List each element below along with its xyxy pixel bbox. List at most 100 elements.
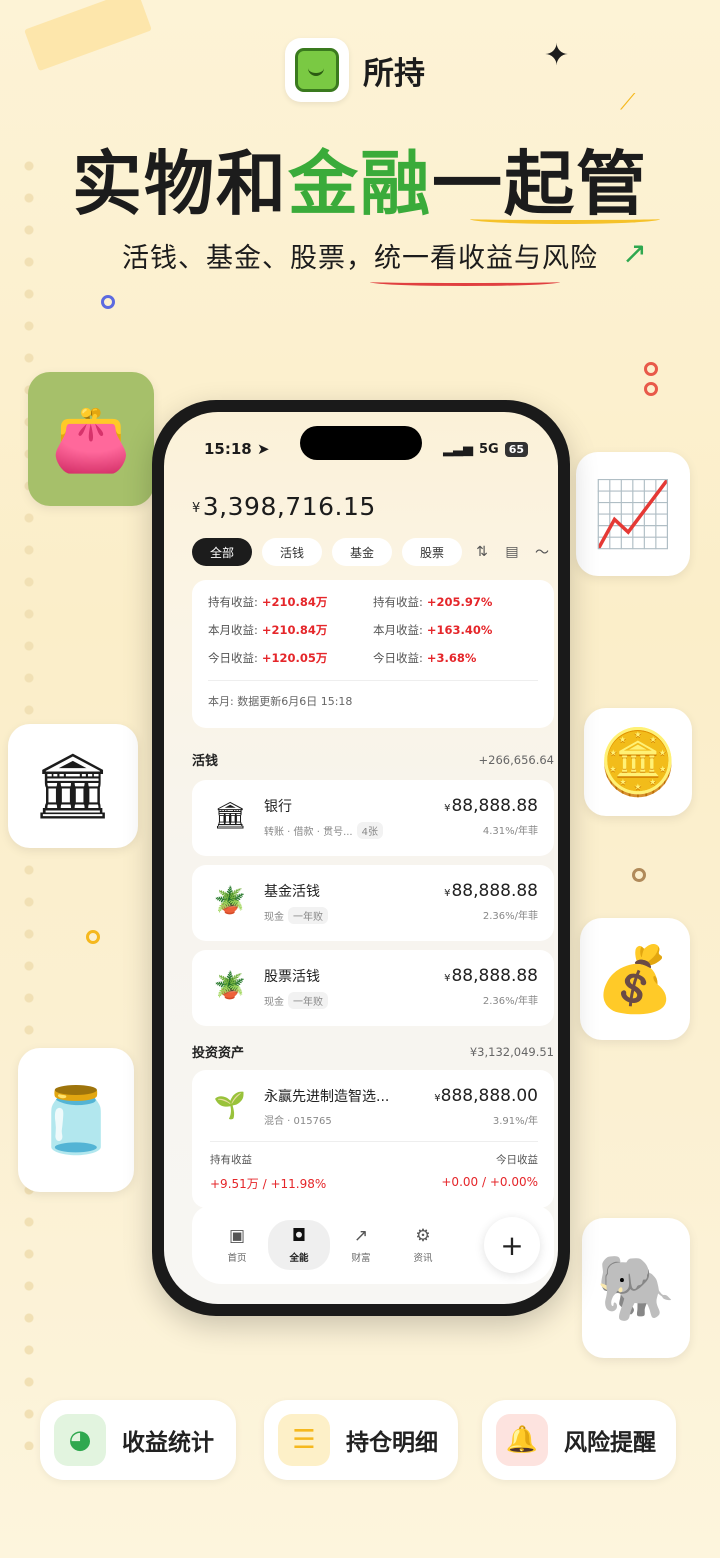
trend-chart-icon: ↗ (353, 1226, 369, 1246)
headline-part3: 一起管 (432, 143, 648, 225)
fund-name: 永赢先进制造智选... (264, 1089, 390, 1105)
elephant-magnifier-icon: 🐘 (582, 1218, 690, 1358)
today-profit-label: 今日收益: (208, 651, 258, 665)
bank-building-icon: 🏛 (8, 724, 138, 848)
fund-today-value: +0.00 / +0.00% (441, 1175, 538, 1189)
sort-icon[interactable]: ⇅ (472, 544, 492, 560)
total-assets: ¥3,398,716.15 (192, 492, 376, 521)
hold-rate-value: +205.97% (426, 595, 493, 609)
bottom-tab-bar: ▣ 首页 ◘ 全能 ↗ 财富 ⚙ 资讯 + (192, 1206, 554, 1284)
bell-icon: 🔔 (496, 1414, 548, 1466)
hold-rate-label: 持有收益: (373, 595, 423, 609)
status-time: 15:18 (204, 440, 252, 458)
sparkle-lines-icon: ⟋ (620, 90, 636, 115)
filter-all[interactable]: 全部 (192, 538, 252, 566)
account-amount: 88,888.88 (451, 966, 538, 986)
feature-profit-stats[interactable]: ◕ 收益统计 (40, 1400, 236, 1480)
tab-news-label: 资讯 (413, 1253, 433, 1264)
account-tags: 现金 (264, 912, 284, 923)
account-rate: 4.31%/年菲 (482, 826, 538, 837)
account-amount: 88,888.88 (451, 796, 538, 816)
arrow-up-icon: ↗ (622, 236, 648, 271)
circle-decoration (101, 295, 115, 309)
feature-label: 持仓明细 (346, 1430, 438, 1456)
account-name: 基金活钱 (264, 884, 320, 900)
home-icon: ▣ (228, 1226, 246, 1246)
trend-icon[interactable]: 〜 (532, 542, 552, 562)
feature-label: 风险提醒 (564, 1430, 656, 1456)
location-arrow-icon: ➤ (256, 440, 270, 458)
circle-decoration (644, 362, 658, 376)
cash-section-title: 活钱 (192, 754, 219, 769)
tab-all[interactable]: ◘ 全能 (268, 1220, 330, 1270)
filter-stock[interactable]: 股票 (402, 538, 462, 566)
fund-hold-label: 持有收益 (210, 1154, 252, 1166)
headline-underline (470, 214, 660, 224)
month-profit-label: 本月收益: (208, 623, 258, 637)
money-bag-icon: 💰 (580, 918, 690, 1040)
feature-label: 收益统计 (122, 1430, 214, 1456)
profit-summary-card: 持有收益: +210.84万 持有收益: +205.97% 本月收益: +210.84… (192, 580, 554, 728)
pie-chart-icon: ◕ (54, 1414, 106, 1466)
investment-card[interactable]: 🌱 永赢先进制造智选... 混合 · 015765 ¥888,888.00 3.… (192, 1070, 554, 1208)
gear-icon: ⚙ (415, 1226, 431, 1246)
total-amount: 3,398,716.15 (202, 492, 376, 521)
document-icon[interactable]: ▤ (502, 544, 522, 560)
signal-icon: ▂▃▅ (442, 441, 473, 457)
app-logo-icon (285, 38, 349, 102)
coin-jar-icon: 🫙 (18, 1048, 134, 1192)
add-button[interactable]: + (484, 1217, 540, 1273)
filter-fund[interactable]: 基金 (332, 538, 392, 566)
subheadline: 活钱、基金、股票，统一看收益与风险 (122, 243, 598, 274)
wallet-icon: 👛 (28, 372, 154, 506)
account-tags: 现金 (264, 997, 284, 1008)
tab-home-label: 首页 (227, 1253, 247, 1264)
account-card-stock-cash[interactable]: 🪴 股票活钱 现金 一年败 ¥88,888.88 2.36%/年菲 (192, 950, 554, 1026)
today-profit-value: +120.05万 (261, 651, 328, 665)
wallet-tab-icon: ◘ (291, 1226, 307, 1246)
tab-wealth[interactable]: ↗ 财富 (330, 1226, 392, 1264)
tab-all-label: 全能 (289, 1253, 309, 1264)
month-profit-value: +210.84万 (261, 623, 328, 637)
investment-section-title: 投资资产 (192, 1046, 245, 1061)
phone-screen: 15:18 ➤ ▂▃▅ 5G 65 ¥3,398,716.15 全部 活钱 基金… (164, 412, 558, 1304)
coin-pot-icon: 🪴 (213, 971, 247, 1001)
cash-section-amount: +266,656.64 (478, 752, 554, 767)
sparkle-icon: ✦ (544, 38, 570, 73)
total-currency: ¥ (192, 501, 201, 516)
sprout-coin-icon: 🌱 (213, 1091, 247, 1121)
account-pill: 一年败 (288, 907, 328, 924)
month-rate-value: +163.40% (426, 623, 493, 637)
account-currency: ¥ (444, 888, 451, 899)
data-update-note: 本月: 数据更新6月6日 15:18 (208, 695, 353, 708)
account-card-bank[interactable]: 🏛 银行 转账 · 借款 · 贯号... 4张 ¥88,888.88 4.31%/… (192, 780, 554, 856)
tape-decoration (24, 0, 152, 72)
headline-part2: 金融 (288, 143, 432, 225)
hold-profit-label: 持有收益: (208, 595, 258, 609)
account-card-fund-cash[interactable]: 🪴 基金活钱 现金 一年败 ¥88,888.88 2.36%/年菲 (192, 865, 554, 941)
battery-icon: 65 (504, 441, 528, 457)
account-name: 股票活钱 (264, 969, 320, 985)
account-pill: 4张 (356, 822, 383, 839)
tab-home[interactable]: ▣ 首页 (206, 1226, 268, 1264)
account-pill: 一年败 (288, 992, 328, 1009)
circle-decoration (632, 868, 646, 882)
investment-section-amount: ¥3,132,049.51 (469, 1044, 554, 1059)
network-type: 5G (478, 441, 499, 457)
fund-amount: 888,888.00 (440, 1086, 538, 1106)
candlestick-chart-icon: 📈 (576, 452, 690, 576)
fund-hold-value: +9.51万 / +11.98% (210, 1177, 327, 1191)
filter-bar: 全部 活钱 基金 股票 ⇅ ▤ 〜 (192, 538, 552, 566)
investment-section-header: 投资资产 ¥3,132,049.51 (192, 1042, 554, 1062)
list-icon: ☰ (278, 1414, 330, 1466)
feature-risk-alert[interactable]: 🔔 风险提醒 (482, 1400, 676, 1480)
filter-cash[interactable]: 活钱 (262, 538, 322, 566)
tab-news[interactable]: ⚙ 资讯 (392, 1226, 454, 1264)
month-rate-label: 本月收益: (373, 623, 423, 637)
fund-tags: 混合 · 015765 (264, 1116, 332, 1127)
feature-holdings-detail[interactable]: ☰ 持仓明细 (264, 1400, 458, 1480)
tab-wealth-label: 财富 (351, 1253, 371, 1264)
account-tags: 转账 · 借款 · 贯号... (264, 827, 353, 838)
account-currency: ¥ (444, 973, 451, 984)
account-currency: ¥ (444, 803, 451, 814)
